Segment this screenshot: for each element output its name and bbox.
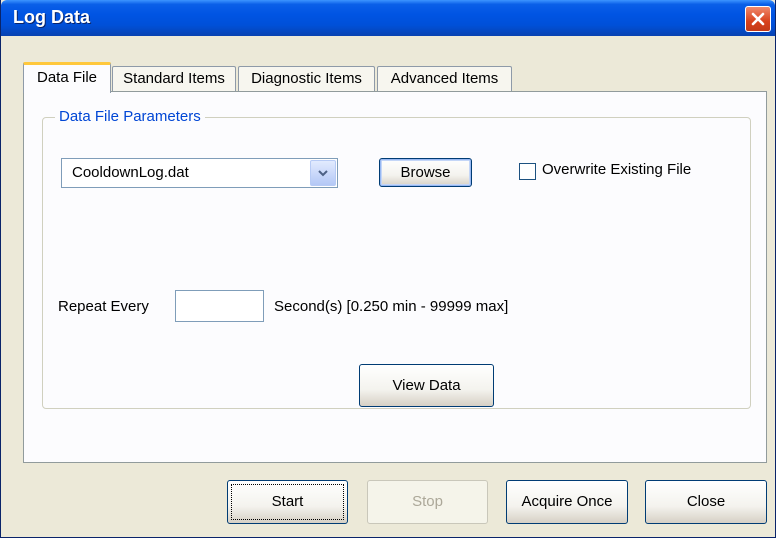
title-bar[interactable]: Log Data	[1, 0, 775, 36]
stop-button[interactable]: Stop	[367, 480, 488, 524]
start-button[interactable]: Start	[227, 480, 348, 524]
data-file-parameters-group: Data File Parameters CooldownLog.dat Bro…	[42, 108, 751, 409]
data-file-panel: Data File Parameters CooldownLog.dat Bro…	[23, 91, 767, 463]
file-name-combobox[interactable]: CooldownLog.dat	[61, 158, 338, 188]
tab-data-file[interactable]: Data File	[23, 62, 111, 93]
browse-button[interactable]: Browse	[379, 158, 472, 187]
stop-label: Stop	[412, 493, 443, 510]
overwrite-label[interactable]: Overwrite Existing File	[542, 161, 691, 178]
repeat-range-label: Second(s) [0.250 min - 99999 max]	[274, 298, 509, 315]
view-data-label: View Data	[392, 377, 461, 394]
group-title: Data File Parameters	[55, 108, 205, 125]
file-name-value: CooldownLog.dat	[72, 164, 189, 181]
tab-diagnostic-items[interactable]: Diagnostic Items	[238, 66, 375, 92]
close-button[interactable]: Close	[645, 480, 767, 524]
repeat-interval-input[interactable]	[175, 290, 264, 322]
dropdown-button[interactable]	[310, 160, 336, 186]
chevron-down-icon	[318, 170, 328, 177]
repeat-every-label: Repeat Every	[58, 298, 149, 315]
browse-label: Browse	[400, 164, 451, 181]
acquire-once-label: Acquire Once	[521, 493, 613, 510]
close-window-button[interactable]	[745, 6, 771, 32]
window-title: Log Data	[13, 7, 91, 27]
view-data-button[interactable]: View Data	[359, 364, 494, 407]
overwrite-checkbox[interactable]	[519, 163, 536, 180]
tab-standard-items[interactable]: Standard Items	[112, 66, 236, 92]
log-data-dialog: Log Data Data File Standard Items Diagno…	[0, 0, 776, 538]
close-label: Close	[686, 493, 726, 510]
acquire-once-button[interactable]: Acquire Once	[506, 480, 628, 524]
close-icon	[751, 12, 765, 26]
focus-rectangle	[231, 484, 344, 520]
tab-advanced-items[interactable]: Advanced Items	[377, 66, 512, 92]
